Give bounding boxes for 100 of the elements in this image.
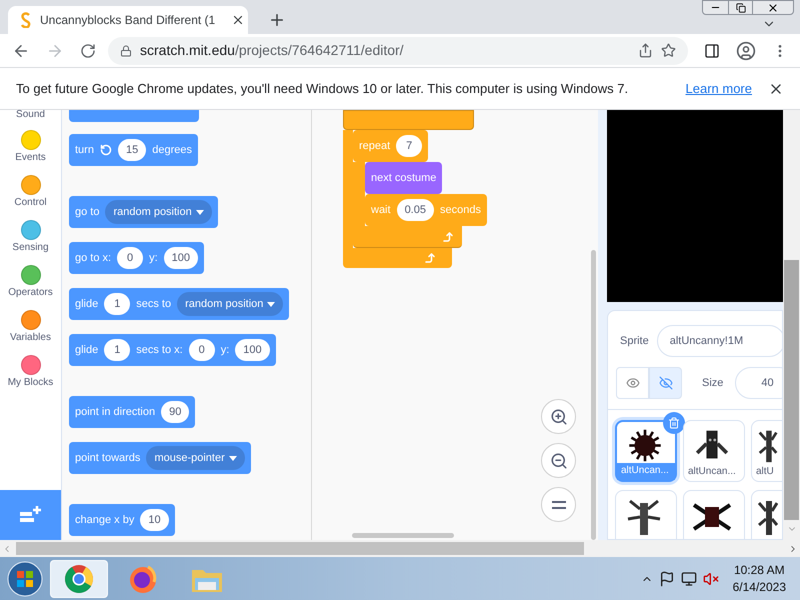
eye-icon	[626, 376, 640, 390]
clock-time: 10:28 AM	[734, 562, 785, 578]
infobar-message: To get future Google Chrome updates, you'll need Windows 10 or later. This computer is using Windows 7.	[16, 80, 628, 98]
number-input[interactable]: 90	[161, 401, 190, 423]
caret-icon	[267, 302, 276, 306]
block-label: secs to	[136, 296, 172, 312]
address-field[interactable]: scratch.mit.edu/projects/764642711/editor/	[108, 36, 688, 64]
profile-icon[interactable]	[736, 40, 756, 60]
close-icon	[767, 2, 779, 14]
bookmark-star-icon[interactable]	[661, 43, 676, 58]
hide-sprite-button[interactable]	[649, 367, 682, 399]
sprite-tile[interactable]	[615, 490, 677, 539]
scratch-logo-icon	[20, 12, 32, 28]
code-block[interactable]: turn 15 degrees	[69, 134, 198, 166]
vertical-scrollbar[interactable]	[591, 250, 596, 540]
category-label[interactable]: Events	[15, 150, 46, 165]
learn-more-link[interactable]: Learn more	[686, 78, 752, 98]
code-block[interactable]: glide 1 secs to random position	[69, 288, 290, 320]
delete-sprite-button[interactable]	[663, 412, 685, 434]
volume-muted-icon[interactable]	[702, 570, 719, 586]
firefox-icon	[128, 564, 158, 594]
sprite-tile[interactable]: altU	[751, 420, 782, 482]
block-label: next costume	[371, 170, 436, 186]
zoom-in-button[interactable]	[541, 399, 576, 434]
block-label: seconds	[440, 202, 481, 218]
block-label: degrees	[152, 142, 192, 158]
clock[interactable]: 10:28 AM 6/14/2023	[724, 562, 794, 596]
taskbar-app[interactable]	[50, 560, 108, 598]
share-icon[interactable]	[638, 43, 653, 58]
block-label: glide	[75, 296, 98, 312]
code-block[interactable]: wait 0.05 seconds	[365, 194, 487, 226]
browser-tab[interactable]: Uncannyblocks Band Different (1	[8, 6, 248, 34]
horizontal-scrollbar[interactable]	[352, 533, 454, 538]
caret-icon	[228, 456, 237, 460]
dropdown-input[interactable]: random position	[105, 200, 212, 224]
dropdown-input[interactable]: mouse-pointer	[146, 446, 245, 470]
code-block[interactable]: go to random position	[69, 196, 218, 228]
url-text: scratch.mit.edu/projects/764642711/editor/	[140, 41, 404, 60]
number-input[interactable]: 0	[117, 247, 144, 269]
equals-icon	[552, 500, 566, 508]
chrome-icon	[64, 564, 94, 594]
code-block[interactable]: point towards mouse-pointer	[69, 442, 251, 474]
category-label[interactable]: Sensing	[12, 240, 49, 255]
number-input[interactable]: 1	[104, 339, 130, 361]
number-input[interactable]: 1	[104, 293, 130, 315]
code-block[interactable]: next costume	[365, 162, 442, 194]
sprite-tile[interactable]	[683, 490, 745, 539]
reset-zoom-button[interactable]	[541, 487, 576, 522]
category-label[interactable]: Operators	[8, 285, 53, 300]
code-block[interactable]: glide 1 secs to x: 0 y: 100	[69, 334, 276, 366]
block-label: go to	[75, 204, 100, 220]
number-input[interactable]: 100	[164, 247, 198, 269]
network-icon[interactable]	[680, 570, 697, 586]
category-label[interactable]: Sound	[0, 110, 61, 122]
number-input[interactable]: 0	[188, 339, 215, 361]
zoom-out-button[interactable]	[541, 443, 576, 478]
block-label: point towards	[75, 450, 140, 466]
zoom-out-icon	[550, 452, 568, 470]
new-tab-icon[interactable]	[268, 11, 286, 29]
category-label[interactable]: My Blocks	[8, 375, 54, 390]
trash-icon	[668, 417, 680, 429]
category-label[interactable]: Variables	[10, 330, 51, 345]
block-label: turn	[75, 142, 94, 158]
dropdown-input[interactable]: random position	[177, 292, 284, 316]
show-sprite-button[interactable]	[616, 367, 649, 399]
loop-arrow-icon	[424, 252, 436, 264]
block-label: point in direction	[75, 404, 156, 420]
reload-icon[interactable]	[80, 42, 96, 58]
sprite-tile[interactable]: altUncan...	[683, 420, 745, 482]
block-label: glide	[75, 342, 98, 358]
caret-icon	[196, 210, 204, 214]
add-extension-icon	[20, 506, 42, 524]
number-input[interactable]: 7	[396, 135, 422, 157]
extension-button[interactable]	[0, 490, 61, 540]
sprite-label: Sprite	[620, 334, 649, 349]
number-input[interactable]: 0.05	[396, 199, 434, 221]
block-label: secs to x:	[136, 342, 183, 358]
block-label: repeat	[359, 138, 390, 154]
side-panel-icon[interactable]	[704, 42, 720, 58]
code-block[interactable]: go to x: 0 y: 100	[69, 242, 204, 274]
category-label[interactable]: Control	[14, 195, 47, 210]
number-input[interactable]: 100	[235, 339, 270, 361]
block-label: y:	[220, 342, 230, 358]
zoom-in-icon	[550, 408, 568, 426]
scrollbar-thumb[interactable]	[16, 542, 584, 555]
sprite-name: altUncan...	[687, 465, 737, 479]
code-block[interactable]: point in direction 90	[69, 396, 196, 428]
code-block[interactable]: repeat 7	[353, 130, 428, 162]
flag-icon[interactable]	[658, 570, 675, 586]
block-label: go to x:	[75, 250, 112, 266]
sprite-name: altUncan...	[617, 463, 675, 480]
start-button[interactable]	[6, 560, 44, 598]
scrollbar-thumb[interactable]	[784, 260, 799, 520]
block-label: y:	[149, 250, 158, 266]
sprite-name: altU	[755, 465, 775, 479]
number-input[interactable]: 10	[140, 509, 169, 531]
code-block[interactable]: change x by 10	[69, 504, 175, 536]
size-label: Size	[702, 376, 724, 391]
eye-slash-icon	[658, 376, 672, 390]
number-input[interactable]: 15	[118, 139, 146, 161]
